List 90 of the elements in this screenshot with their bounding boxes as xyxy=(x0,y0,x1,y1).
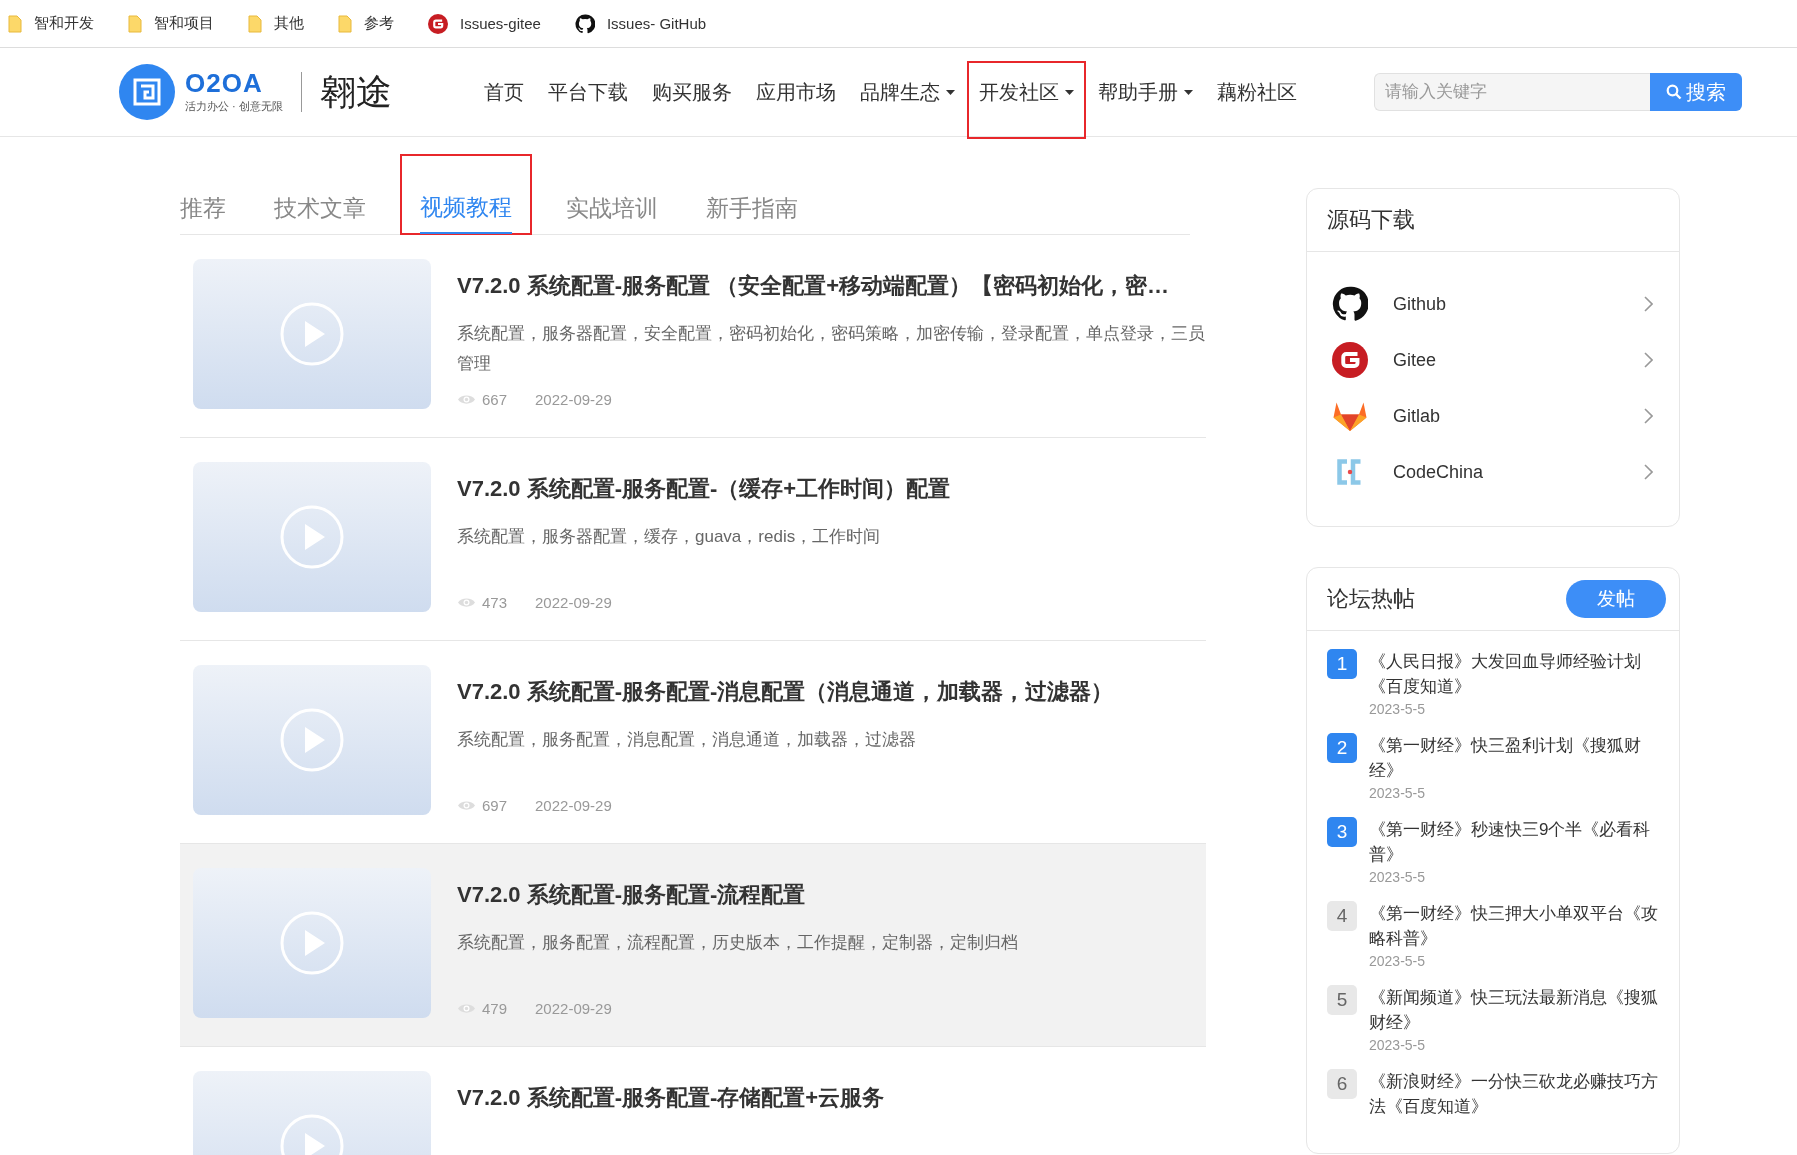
eye-icon xyxy=(457,596,476,609)
video-tags: 系统配置，服务器配置，缓存，guava，redis，工作时间 xyxy=(457,522,951,594)
rank-badge: 3 xyxy=(1327,817,1357,847)
folder-icon xyxy=(8,14,22,33)
folder-icon xyxy=(338,14,352,33)
tab[interactable]: 技术文章 xyxy=(250,182,390,234)
post-link[interactable]: 《新浪财经》一分快三砍龙必赚技巧方法《百度知道》 xyxy=(1369,1069,1659,1119)
rank-badge: 1 xyxy=(1327,649,1357,679)
video-title[interactable]: V7.2.0 系统配置-服务配置 （安全配置+移动端配置）【密码初始化，密… xyxy=(457,271,1206,301)
bookmark-link[interactable]: 智和项目 xyxy=(154,14,214,33)
tab[interactable]: 推荐 xyxy=(180,182,250,234)
post-link[interactable]: 《第一财经》快三盈利计划《搜狐财经》 xyxy=(1369,733,1659,783)
video-title[interactable]: V7.2.0 系统配置-服务配置-流程配置 xyxy=(457,880,1018,910)
card-title: 论坛热帖 xyxy=(1327,585,1415,613)
logo-slogan: 活力办公 · 创意无限 xyxy=(185,99,283,114)
search-field[interactable]: 请输入关键字 xyxy=(1374,73,1650,111)
bookmark-link[interactable]: Issues-gitee xyxy=(460,15,541,32)
brand-name: 翱途 xyxy=(319,69,392,114)
tab[interactable]: 新手指南 xyxy=(682,182,822,234)
video-tags: 系统配置，服务配置，消息配置，消息通道，加载器，过滤器 xyxy=(457,725,1114,797)
post-date: 2023-5-5 xyxy=(1369,785,1427,801)
post-date: 2023-5-5 xyxy=(1369,953,1427,969)
tab[interactable]: 视频教程 xyxy=(402,156,530,233)
nav-link[interactable]: 平台下载 xyxy=(535,48,640,136)
bookmark-link[interactable]: Issues- GitHub xyxy=(606,15,707,32)
nav-link[interactable]: 应用市场 xyxy=(743,48,848,136)
video-item[interactable]: V7.2.0 系统配置-服务配置-流程配置 系统配置，服务配置，流程配置，历史版本，工作提醒，定制器，定制归档 479 2022-09-29 xyxy=(180,844,1206,1047)
rank-badge: 5 xyxy=(1327,985,1357,1015)
logo-name: O2OA xyxy=(185,70,264,96)
rank-badge: 4 xyxy=(1327,901,1357,931)
chevron-right-icon xyxy=(1644,352,1653,368)
repo-link[interactable]: Github xyxy=(1307,276,1679,332)
eye-icon xyxy=(457,799,476,812)
video-item[interactable]: V7.2.0 系统配置-服务配置-消息配置（消息通道，加载器，过滤器） 系统配置，服务配置，消息配置，消息通道，加载器，过滤器 697 2022-09-29 xyxy=(180,641,1206,844)
github-icon xyxy=(1332,286,1368,322)
view-count: 479 xyxy=(482,1000,508,1017)
post-link[interactable]: 《人民日报》大发回血导师经验计划《百度知道》 xyxy=(1369,649,1659,699)
rank-badge: 6 xyxy=(1327,1069,1357,1099)
folder-icon xyxy=(128,14,142,33)
view-count: 473 xyxy=(482,594,508,611)
logo-icon xyxy=(119,64,175,120)
play-icon xyxy=(280,505,344,569)
publish-date: 2022-09-29 xyxy=(535,594,612,611)
gitee-icon xyxy=(1332,342,1368,378)
post-link[interactable]: 《第一财经》快三押大小单双平台《攻略科普》 xyxy=(1369,901,1659,951)
nav-link[interactable]: 帮助手册 xyxy=(1085,48,1205,136)
post-link[interactable]: 《新闻频道》快三玩法最新消息《搜狐财经》 xyxy=(1369,985,1659,1035)
search-icon xyxy=(1666,84,1682,100)
publish-date: 2022-09-29 xyxy=(535,797,612,814)
rank-badge: 2 xyxy=(1327,733,1357,763)
chevron-right-icon xyxy=(1644,408,1653,424)
play-icon xyxy=(280,708,344,772)
folder-icon xyxy=(248,14,262,33)
video-item[interactable]: V7.2.0 系统配置-服务配置-存储配置+云服务 xyxy=(180,1047,1206,1155)
post-date: 2023-5-5 xyxy=(1369,1037,1427,1053)
card-title: 源码下载 xyxy=(1327,206,1415,234)
publish-date: 2022-09-29 xyxy=(535,1000,612,1017)
chevron-right-icon xyxy=(1644,464,1653,480)
repo-link[interactable]: Gitlab xyxy=(1307,388,1679,444)
bookmark-link[interactable]: 其他 xyxy=(274,14,304,33)
nav-link[interactable]: 首页 xyxy=(471,48,536,136)
play-icon xyxy=(280,302,344,366)
nav-link[interactable]: 开发社区 xyxy=(966,48,1086,136)
video-tags: 系统配置，服务器配置，安全配置，密码初始化，密码策略，加密传输，登录配置，单点登录，三员管理 xyxy=(457,319,1206,391)
chevron-right-icon xyxy=(1644,296,1653,312)
eye-icon xyxy=(457,393,476,406)
post-link[interactable]: 《第一财经》秒速快三9个半《必看科普》 xyxy=(1369,817,1659,867)
video-title[interactable]: V7.2.0 系统配置-服务配置-（缓存+工作时间）配置 xyxy=(457,474,951,504)
gitee-icon xyxy=(428,13,448,34)
video-title[interactable]: V7.2.0 系统配置-服务配置-存储配置+云服务 xyxy=(457,1083,885,1113)
bookmark-link[interactable]: 参考 xyxy=(364,14,394,33)
view-count: 667 xyxy=(482,391,508,408)
post-date: 2023-5-5 xyxy=(1369,701,1427,717)
nav-link[interactable]: 藕粉社区 xyxy=(1204,48,1309,136)
repo-link[interactable]: CodeChina xyxy=(1307,444,1679,500)
nav-link[interactable]: 购买服务 xyxy=(639,48,744,136)
video-item[interactable]: V7.2.0 系统配置-服务配置-（缓存+工作时间）配置 系统配置，服务器配置，缓存，guava，redis，工作时间 473 2022-09-29 xyxy=(180,438,1206,641)
video-tags: 系统配置，服务配置，流程配置，历史版本，工作提醒，定制器，定制归档 xyxy=(457,928,1018,1000)
video-title[interactable]: V7.2.0 系统配置-服务配置-消息配置（消息通道，加载器，过滤器） xyxy=(457,677,1114,707)
tab[interactable]: 实战培训 xyxy=(542,182,682,234)
bookmark-link[interactable]: 智和开发 xyxy=(34,14,94,33)
github-icon xyxy=(574,13,595,34)
repo-link[interactable]: Gitee xyxy=(1307,332,1679,388)
play-icon xyxy=(280,911,344,975)
publish-date: 2022-09-29 xyxy=(535,391,612,408)
post-date: 2023-5-5 xyxy=(1369,869,1427,885)
eye-icon xyxy=(457,1002,476,1015)
view-count: 697 xyxy=(482,797,508,814)
video-item[interactable]: V7.2.0 系统配置-服务配置 （安全配置+移动端配置）【密码初始化，密… 系统配置，服务器配置，安全配置，密码初始化，密码策略，加密传输，登录配置，单点登录，三员管理 667 2022-09-29 xyxy=(180,235,1206,438)
nav-link[interactable]: 品牌生态 xyxy=(847,48,967,136)
